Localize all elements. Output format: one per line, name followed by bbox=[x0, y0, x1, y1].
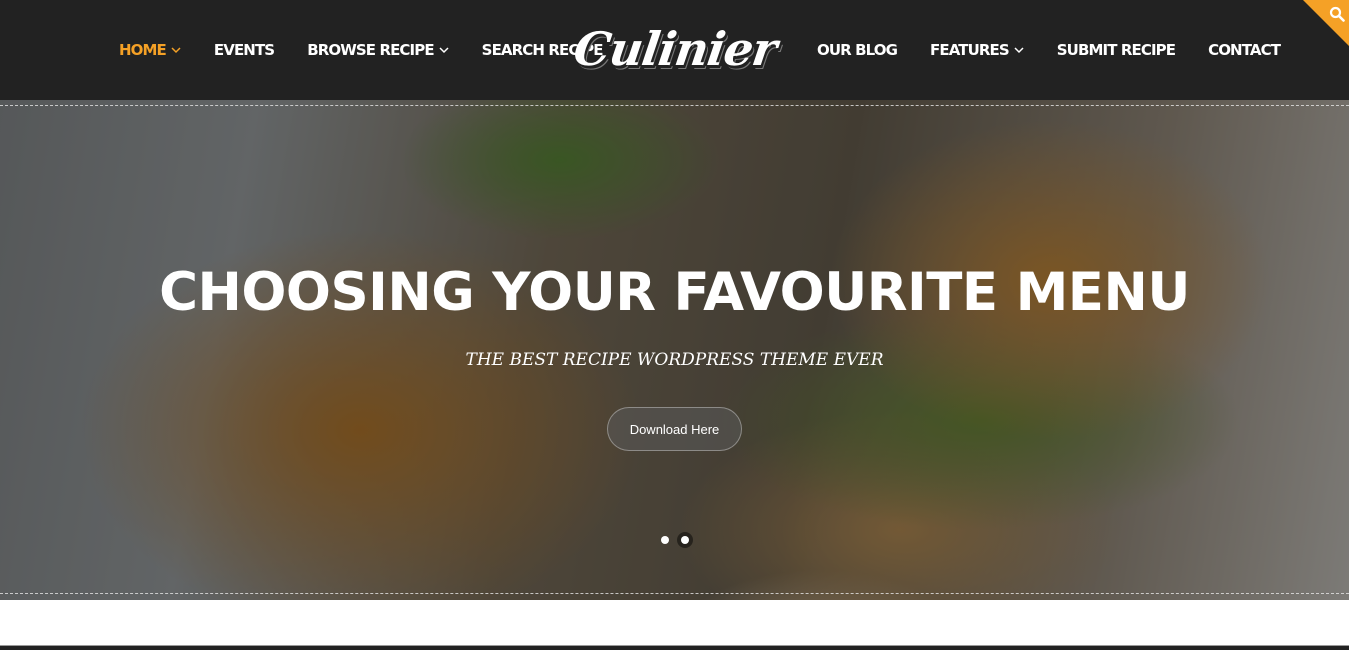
hero-title: Choosing Your Favourite Menu bbox=[159, 262, 1190, 323]
nav-item-features[interactable]: Features bbox=[930, 41, 1024, 59]
hero-bottom-dashed-divider bbox=[0, 593, 1349, 594]
hero-top-dashed-divider bbox=[0, 105, 1349, 106]
nav-item-label: Features bbox=[930, 41, 1010, 59]
primary-nav-right: Our Blog Features Submit Recipe Contact bbox=[817, 0, 1313, 100]
nav-item-label: Our Blog bbox=[817, 41, 898, 59]
chevron-down-icon bbox=[1014, 46, 1024, 54]
nav-item-label: Submit Recipe bbox=[1056, 41, 1176, 59]
nav-item-our-blog[interactable]: Our Blog bbox=[817, 41, 898, 59]
hero-slider: Choosing Your Favourite Menu The Best Re… bbox=[0, 100, 1349, 600]
nav-item-label: Contact bbox=[1208, 41, 1281, 59]
search-toggle-button[interactable] bbox=[1303, 0, 1349, 46]
nav-item-label: Home bbox=[119, 41, 167, 59]
nav-item-label: Events bbox=[213, 41, 275, 59]
download-button[interactable]: Download Here bbox=[607, 407, 742, 451]
site-logo[interactable]: Culinier bbox=[570, 18, 779, 80]
primary-nav-left: Home Events Browse Recipe Search Recipe bbox=[119, 0, 636, 100]
footer-edge bbox=[0, 645, 1349, 650]
hero-subtitle: The Best Recipe WordPress Theme Ever bbox=[465, 350, 884, 370]
nav-item-label: Browse Recipe bbox=[307, 41, 434, 59]
search-icon bbox=[1329, 6, 1345, 22]
nav-item-events[interactable]: Events bbox=[213, 41, 275, 59]
nav-item-contact[interactable]: Contact bbox=[1208, 41, 1281, 59]
slider-dot-active[interactable] bbox=[681, 536, 689, 544]
slider-pagination bbox=[661, 536, 689, 544]
chevron-down-icon bbox=[439, 46, 449, 54]
chevron-down-icon bbox=[171, 46, 181, 54]
nav-item-home[interactable]: Home bbox=[119, 41, 181, 59]
nav-item-browse-recipe[interactable]: Browse Recipe bbox=[307, 41, 449, 59]
nav-item-submit-recipe[interactable]: Submit Recipe bbox=[1056, 41, 1176, 59]
slider-dot[interactable] bbox=[661, 536, 669, 544]
site-header: Home Events Browse Recipe Search Recipe … bbox=[0, 0, 1349, 100]
